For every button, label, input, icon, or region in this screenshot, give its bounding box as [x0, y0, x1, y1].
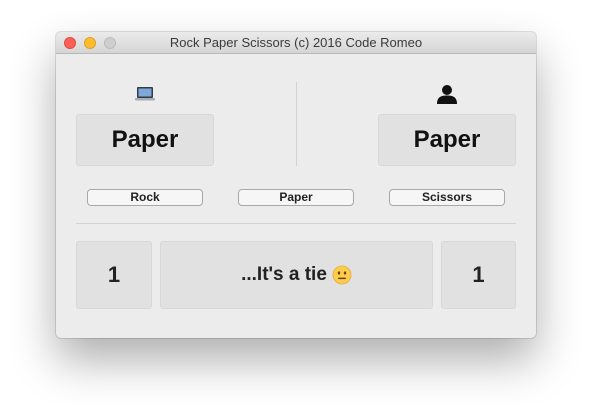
window-title: Rock Paper Scissors (c) 2016 Code Romeo	[169, 35, 423, 50]
player-choice-display: Paper	[378, 114, 516, 166]
laptop-icon	[135, 87, 155, 101]
scissors-button[interactable]: Scissors	[389, 189, 505, 206]
computer-icon-wrap	[76, 84, 214, 104]
app-window: Rock Paper Scissors (c) 2016 Code Romeo …	[56, 32, 536, 338]
result-text: ...It's a tie	[241, 264, 327, 285]
result-panel: ...It's a tie	[160, 241, 433, 309]
neutral-face-emoji-icon	[332, 265, 352, 285]
vertical-divider	[296, 82, 297, 166]
title-bar[interactable]: Rock Paper Scissors (c) 2016 Code Romeo	[56, 32, 536, 54]
rock-button[interactable]: Rock	[87, 189, 203, 206]
paper-button[interactable]: Paper	[238, 189, 354, 206]
computer-choice-display: Paper	[76, 114, 214, 166]
computer-score: 1	[76, 241, 152, 309]
player-score: 1	[441, 241, 516, 309]
horizontal-divider	[76, 223, 516, 224]
user-icon	[437, 85, 457, 104]
player-icon-wrap	[378, 84, 516, 104]
